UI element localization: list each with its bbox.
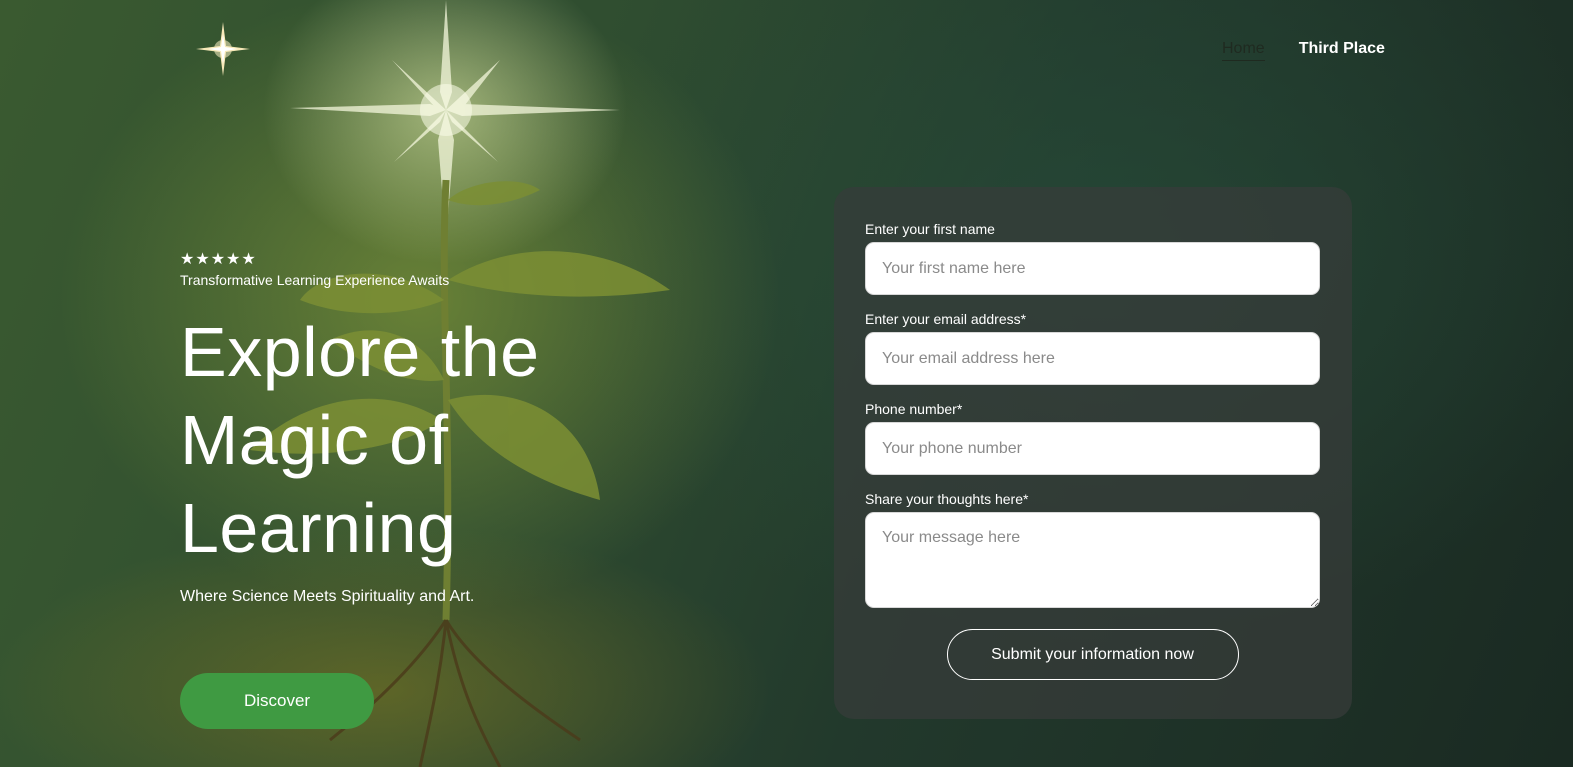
email-field-group: Enter your email address* — [865, 311, 1320, 385]
submit-wrapper: Submit your information now — [865, 629, 1320, 680]
first-name-field-group: Enter your first name — [865, 221, 1320, 295]
phone-field-group: Phone number* — [865, 401, 1320, 475]
hero-section: Home Third Place ★★★★★ Transformative Le… — [0, 0, 1573, 767]
rating-stars: ★★★★★ — [180, 251, 257, 268]
discover-button[interactable]: Discover — [180, 673, 374, 729]
phone-label: Phone number* — [865, 401, 963, 417]
first-name-label: Enter your first name — [865, 221, 995, 237]
submit-button[interactable]: Submit your information now — [946, 629, 1239, 680]
first-name-input[interactable] — [865, 242, 1320, 295]
message-field-group: Share your thoughts here* — [865, 491, 1320, 613]
top-nav: Home Third Place — [1222, 40, 1385, 61]
email-label: Enter your email address* — [865, 311, 1027, 327]
message-label: Share your thoughts here* — [865, 491, 1029, 507]
nav-third-place-link[interactable]: Third Place — [1299, 40, 1385, 61]
nav-home-link[interactable]: Home — [1222, 40, 1265, 61]
message-textarea[interactable] — [865, 512, 1320, 608]
hero-subline: Where Science Meets Spirituality and Art… — [180, 588, 475, 605]
phone-input[interactable] — [865, 422, 1320, 475]
headline-line-3: Learning — [180, 489, 457, 567]
headline-line-2: Magic of — [180, 401, 449, 479]
hero-tagline: Transformative Learning Experience Await… — [180, 272, 450, 288]
hero-text: ★★★★★ Transformative Learning Experience… — [180, 250, 740, 606]
headline-line-1: Explore the — [180, 313, 540, 391]
contact-form: Enter your first name Enter your email a… — [834, 187, 1352, 719]
hero-headline: Explore the Magic of Learning — [180, 308, 740, 572]
logo-star-icon[interactable] — [196, 22, 250, 76]
email-input[interactable] — [865, 332, 1320, 385]
